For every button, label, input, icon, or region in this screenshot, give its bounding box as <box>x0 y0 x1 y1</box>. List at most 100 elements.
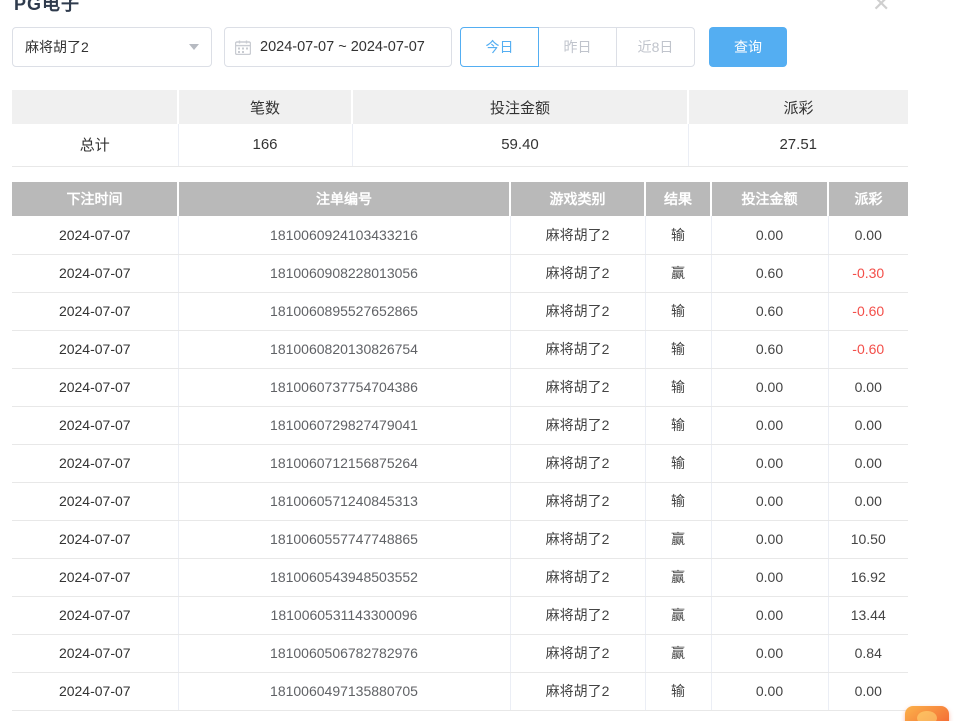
cell-result: 赢 <box>645 520 711 558</box>
cell-bet-time: 2024-07-07 <box>12 634 178 672</box>
cell-game-type: 麻将胡了2 <box>510 482 645 520</box>
cell-bet-time: 2024-07-07 <box>12 216 178 254</box>
cell-bet-time: 2024-07-07 <box>12 672 178 710</box>
cell-order-id: 1810060712156875264 <box>178 444 510 482</box>
table-row: 2024-07-07 1810060497135880705 麻将胡了2 输 0… <box>12 672 908 710</box>
page-title: PG电子 <box>14 0 80 16</box>
yesterday-button[interactable]: 昨日 <box>538 27 617 67</box>
col-header-result: 结果 <box>645 182 711 216</box>
filter-bar: 麻将胡了2 2024-07-07 ~ 2024-07-07 今日 昨日 近8日 … <box>0 27 954 67</box>
cell-bet-amount: 0.60 <box>711 330 828 368</box>
cell-result: 输 <box>645 672 711 710</box>
cell-order-id: 1810060571240845313 <box>178 482 510 520</box>
cell-bet-amount: 0.00 <box>711 672 828 710</box>
table-row: 2024-07-07 1810060895527652865 麻将胡了2 输 0… <box>12 292 908 330</box>
cell-order-id: 1810060729827479041 <box>178 406 510 444</box>
summary-table: 笔数 投注金额 派彩 总计 166 59.40 27.51 <box>12 90 908 167</box>
summary-header-payout: 派彩 <box>688 90 908 124</box>
summary-total-label: 总计 <box>12 124 178 166</box>
cell-payout: 10.50 <box>828 520 908 558</box>
cell-game-type: 麻将胡了2 <box>510 254 645 292</box>
table-row: 2024-07-07 1810060543948503552 麻将胡了2 赢 0… <box>12 558 908 596</box>
cell-result: 赢 <box>645 596 711 634</box>
summary-total-count: 166 <box>178 124 352 166</box>
cell-bet-time: 2024-07-07 <box>12 254 178 292</box>
col-header-bet-amount: 投注金额 <box>711 182 828 216</box>
cell-game-type: 麻将胡了2 <box>510 216 645 254</box>
game-select-value: 麻将胡了2 <box>25 37 89 57</box>
chevron-down-icon <box>189 44 199 50</box>
query-button[interactable]: 查询 <box>709 27 787 67</box>
cell-result: 输 <box>645 368 711 406</box>
cell-game-type: 麻将胡了2 <box>510 596 645 634</box>
cell-game-type: 麻将胡了2 <box>510 406 645 444</box>
cell-payout: 13.44 <box>828 596 908 634</box>
cell-bet-amount: 0.00 <box>711 406 828 444</box>
cell-bet-time: 2024-07-07 <box>12 596 178 634</box>
cell-payout: -0.30 <box>828 254 908 292</box>
cell-order-id: 1810060737754704386 <box>178 368 510 406</box>
cell-bet-amount: 0.00 <box>711 368 828 406</box>
cell-payout: 16.92 <box>828 558 908 596</box>
table-row: 2024-07-07 1810060729827479041 麻将胡了2 输 0… <box>12 406 908 444</box>
col-header-order-id: 注单编号 <box>178 182 510 216</box>
today-button[interactable]: 今日 <box>460 27 539 67</box>
summary-header-count: 笔数 <box>178 90 352 124</box>
cell-bet-time: 2024-07-07 <box>12 406 178 444</box>
cell-game-type: 麻将胡了2 <box>510 368 645 406</box>
promo-float-icon[interactable] <box>905 706 949 721</box>
cell-order-id: 1810060908228013056 <box>178 254 510 292</box>
cell-payout: 0.00 <box>828 444 908 482</box>
cell-game-type: 麻将胡了2 <box>510 634 645 672</box>
col-header-game-type: 游戏类别 <box>510 182 645 216</box>
cell-payout: 0.00 <box>828 672 908 710</box>
cell-game-type: 麻将胡了2 <box>510 292 645 330</box>
summary-header-blank <box>12 90 178 124</box>
table-row: 2024-07-07 1810060557747748865 麻将胡了2 赢 0… <box>12 520 908 558</box>
summary-header-row: 笔数 投注金额 派彩 <box>12 90 908 124</box>
cell-order-id: 1810060506782782976 <box>178 634 510 672</box>
cell-bet-time: 2024-07-07 <box>12 558 178 596</box>
cell-order-id: 1810060557747748865 <box>178 520 510 558</box>
table-row: 2024-07-07 1810060924103433216 麻将胡了2 输 0… <box>12 216 908 254</box>
cell-bet-amount: 0.00 <box>711 216 828 254</box>
summary-total-row: 总计 166 59.40 27.51 <box>12 124 908 166</box>
cell-bet-amount: 0.00 <box>711 634 828 672</box>
cell-payout: -0.60 <box>828 292 908 330</box>
bet-table-header-row: 下注时间 注单编号 游戏类别 结果 投注金额 派彩 <box>12 182 908 216</box>
quick-range-group: 今日 昨日 近8日 <box>460 27 695 67</box>
table-row: 2024-07-07 1810060908228013056 麻将胡了2 赢 0… <box>12 254 908 292</box>
cell-bet-amount: 0.00 <box>711 596 828 634</box>
cell-order-id: 1810060497135880705 <box>178 672 510 710</box>
cell-payout: 0.00 <box>828 216 908 254</box>
date-range-picker[interactable]: 2024-07-07 ~ 2024-07-07 <box>224 27 452 67</box>
table-row: 2024-07-07 1810060712156875264 麻将胡了2 输 0… <box>12 444 908 482</box>
close-icon[interactable]: ✕ <box>872 0 890 17</box>
bet-table-body: 2024-07-07 1810060924103433216 麻将胡了2 输 0… <box>12 216 908 710</box>
cell-result: 输 <box>645 482 711 520</box>
table-row: 2024-07-07 1810060531143300096 麻将胡了2 赢 0… <box>12 596 908 634</box>
cell-game-type: 麻将胡了2 <box>510 330 645 368</box>
cell-result: 输 <box>645 406 711 444</box>
cell-bet-amount: 0.00 <box>711 482 828 520</box>
table-row: 2024-07-07 1810060820130826754 麻将胡了2 输 0… <box>12 330 908 368</box>
summary-header-bet-amount: 投注金额 <box>352 90 688 124</box>
cell-bet-amount: 0.00 <box>711 520 828 558</box>
cell-bet-time: 2024-07-07 <box>12 330 178 368</box>
summary-total-payout: 27.51 <box>688 124 908 166</box>
col-header-bet-time: 下注时间 <box>12 182 178 216</box>
game-select[interactable]: 麻将胡了2 <box>12 27 212 67</box>
cell-payout: -0.60 <box>828 330 908 368</box>
cell-result: 输 <box>645 330 711 368</box>
table-row: 2024-07-07 1810060737754704386 麻将胡了2 输 0… <box>12 368 908 406</box>
cell-order-id: 1810060924103433216 <box>178 216 510 254</box>
cell-game-type: 麻将胡了2 <box>510 444 645 482</box>
cell-result: 赢 <box>645 558 711 596</box>
table-row: 2024-07-07 1810060571240845313 麻将胡了2 输 0… <box>12 482 908 520</box>
cell-order-id: 1810060895527652865 <box>178 292 510 330</box>
cell-order-id: 1810060531143300096 <box>178 596 510 634</box>
last-8-days-button[interactable]: 近8日 <box>616 27 695 67</box>
cell-payout: 0.00 <box>828 482 908 520</box>
cell-game-type: 麻将胡了2 <box>510 672 645 710</box>
col-header-payout: 派彩 <box>828 182 908 216</box>
